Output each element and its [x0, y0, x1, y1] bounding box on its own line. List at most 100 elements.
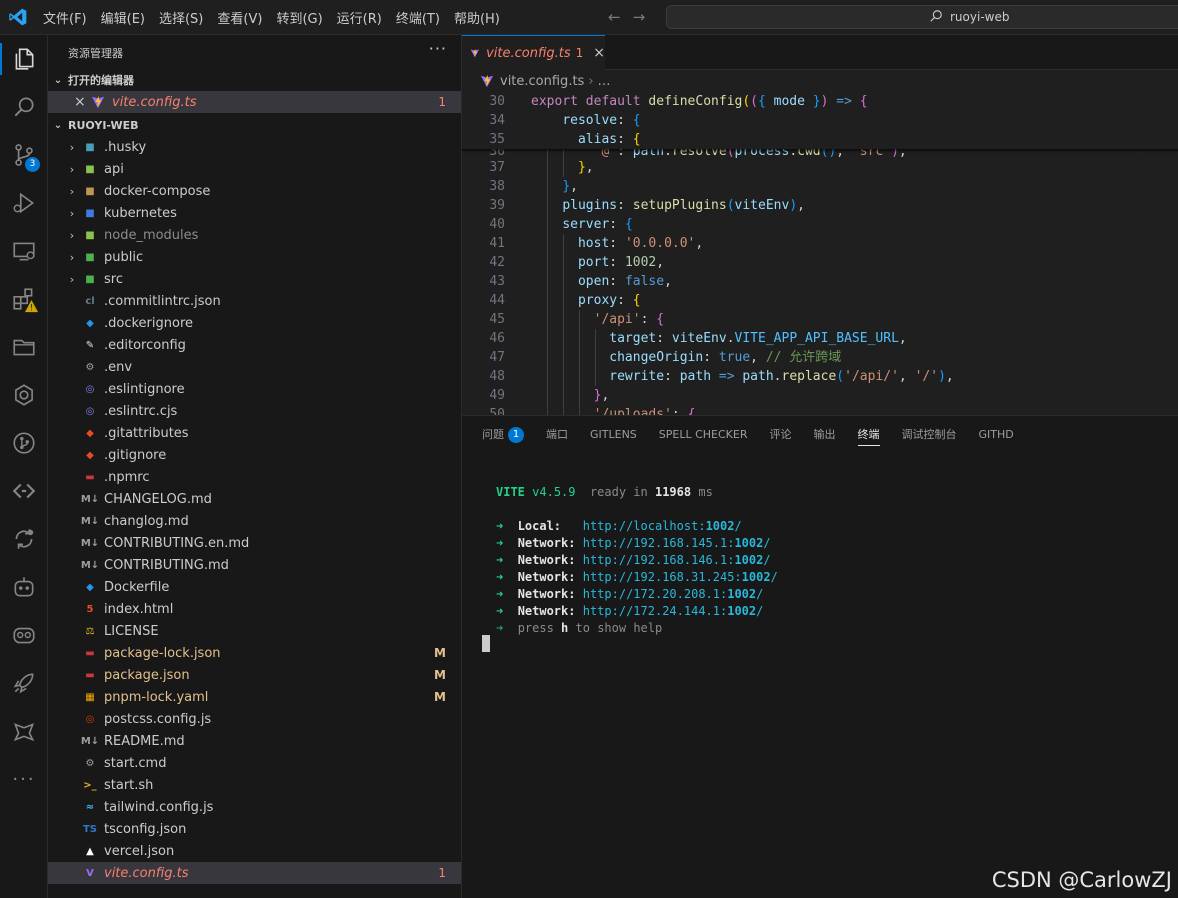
file-item[interactable]: ▬ package-lock.json M [48, 642, 461, 664]
menu-file[interactable]: 文件(F) [36, 8, 94, 27]
copilot-button[interactable] [0, 567, 48, 607]
extensions-button[interactable]: ! [0, 279, 48, 319]
open-editor-item[interactable]: × vite.config.ts 1 [48, 91, 461, 113]
file-icon: ▬ [85, 669, 95, 681]
breadcrumb-ellipsis[interactable]: … [598, 74, 611, 89]
file-name: postcss.config.js [104, 711, 212, 727]
file-item[interactable]: 5 index.html [48, 598, 461, 620]
close-icon[interactable]: × [593, 45, 605, 61]
open-editor-badge: 1 [438, 95, 446, 109]
file-name: .eslintrc.cjs [104, 403, 178, 419]
file-item[interactable]: ◆ Dockerfile [48, 576, 461, 598]
folder-item[interactable]: › ■ public [48, 246, 461, 268]
puzzle-button[interactable] [0, 711, 48, 751]
command-center-search[interactable]: ruoyi-web [666, 5, 1178, 29]
tab-output[interactable]: 输出 [814, 416, 836, 454]
project-header[interactable]: ⌄ RUOYI-WEB [48, 114, 461, 136]
openai-icon [15, 384, 33, 406]
tab-debug-console[interactable]: 调试控制台 [902, 416, 957, 454]
tab-vite-config[interactable]: vite.config.ts 1 × [462, 35, 605, 70]
file-item[interactable]: cl .commitlintrc.json [48, 290, 461, 312]
breadcrumb-file[interactable]: vite.config.ts [500, 74, 584, 89]
modified-badge: M [434, 646, 446, 660]
source-control-button[interactable]: 3 [0, 135, 48, 175]
file-item[interactable]: >_ start.sh [48, 774, 461, 796]
breadcrumb-separator-icon: › [588, 73, 594, 89]
file-item[interactable]: M↓ CONTRIBUTING.md [48, 554, 461, 576]
file-item[interactable]: ✎ .editorconfig [48, 334, 461, 356]
file-item[interactable]: ▬ package.json M [48, 664, 461, 686]
file-item[interactable]: ⚙ .env [48, 356, 461, 378]
menu-help[interactable]: 帮助(H) [447, 8, 507, 27]
file-item[interactable]: ◆ .gitattributes [48, 422, 461, 444]
folder-item[interactable]: › ■ node_modules [48, 224, 461, 246]
folder-item[interactable]: › ■ .husky [48, 136, 461, 158]
file-item[interactable]: ▦ pnpm-lock.yaml M [48, 686, 461, 708]
file-icon: ◆ [86, 449, 94, 461]
file-item[interactable]: ⚖ LICENSE [48, 620, 461, 642]
file-name: pnpm-lock.yaml [104, 689, 209, 705]
github-button[interactable] [0, 615, 48, 655]
file-item[interactable]: ◎ postcss.config.js [48, 708, 461, 730]
folder-item[interactable]: › ■ src [48, 268, 461, 290]
file-item[interactable]: M↓ README.md [48, 730, 461, 752]
menu-edit[interactable]: 编辑(E) [94, 8, 152, 27]
code-editor[interactable]: 30 export default defineConfig(({ mode })… [462, 92, 1178, 415]
arrow-right-icon[interactable]: → [633, 8, 646, 26]
file-item[interactable]: ◆ .dockerignore [48, 312, 461, 334]
file-name: .editorconfig [104, 337, 186, 353]
rocket-button[interactable] [0, 663, 48, 703]
file-item[interactable]: ◆ .gitignore [48, 444, 461, 466]
openai-button[interactable] [0, 375, 48, 415]
file-item[interactable]: M↓ CONTRIBUTING.en.md [48, 532, 461, 554]
file-item[interactable]: ≈ tailwind.config.js [48, 796, 461, 818]
tab-gitlens[interactable]: GITLENS [590, 416, 637, 454]
folder-button[interactable] [0, 327, 48, 367]
tab-spell-checker[interactable]: SPELL CHECKER [659, 416, 748, 454]
open-editors-header[interactable]: ⌄ 打开的编辑器 [48, 69, 461, 91]
menu-view[interactable]: 查看(V) [210, 8, 269, 27]
menu-selection[interactable]: 选择(S) [152, 8, 210, 27]
remote-explorer-button[interactable] [0, 231, 48, 271]
run-debug-button[interactable] [0, 183, 48, 223]
git-graph-button[interactable] [0, 423, 48, 463]
folder-item[interactable]: › ■ api [48, 158, 461, 180]
code-brackets-button[interactable] [0, 471, 48, 511]
folder-item[interactable]: › ■ kubernetes [48, 202, 461, 224]
file-item[interactable]: ⚙ start.cmd [48, 752, 461, 774]
terminal-cursor [482, 635, 490, 652]
tab-problems[interactable]: 问题 1 [482, 416, 524, 454]
file-name: Dockerfile [104, 579, 170, 595]
file-item[interactable]: M↓ CHANGELOG.md [48, 488, 461, 510]
sync-button[interactable] [0, 519, 48, 559]
more-button[interactable]: ··· [0, 759, 48, 799]
tab-githd[interactable]: GITHD [979, 416, 1014, 454]
rocket-icon [13, 673, 34, 694]
folder-icon: ■ [85, 163, 95, 175]
file-item[interactable]: TS tsconfig.json [48, 818, 461, 840]
file-item[interactable]: ◎ .eslintrc.cjs [48, 400, 461, 422]
title-bar: 文件(F) 编辑(E) 选择(S) 查看(V) 转到(G) 运行(R) 终端(T… [0, 0, 1178, 35]
close-icon[interactable]: × [74, 94, 90, 110]
file-item[interactable]: Vvite.config.ts 1 [48, 862, 461, 884]
folder-item[interactable]: › ■ docker-compose [48, 180, 461, 202]
file-item[interactable]: ▲ vercel.json [48, 840, 461, 862]
file-item[interactable]: ▬ .npmrc [48, 466, 461, 488]
file-item[interactable]: ◎ .eslintignore [48, 378, 461, 400]
search-button[interactable] [0, 87, 48, 127]
menu-terminal[interactable]: 终端(T) [389, 8, 447, 27]
tab-terminal[interactable]: 终端 [857, 416, 880, 454]
folder-icon [13, 339, 35, 356]
explorer-button[interactable] [0, 39, 48, 79]
more-actions-icon[interactable]: ··· [429, 39, 447, 58]
tab-comments[interactable]: 评论 [770, 416, 792, 454]
chevron-right-icon: › [69, 206, 75, 220]
search-text: ruoyi-web [950, 10, 1010, 24]
menu-go[interactable]: 转到(G) [269, 8, 329, 27]
folder-icon: ■ [85, 185, 95, 197]
remote-explorer-icon [13, 242, 35, 261]
menu-run[interactable]: 运行(R) [330, 8, 389, 27]
arrow-left-icon[interactable]: ← [608, 8, 621, 26]
file-item[interactable]: M↓ changlog.md [48, 510, 461, 532]
tab-ports[interactable]: 端口 [546, 416, 568, 454]
